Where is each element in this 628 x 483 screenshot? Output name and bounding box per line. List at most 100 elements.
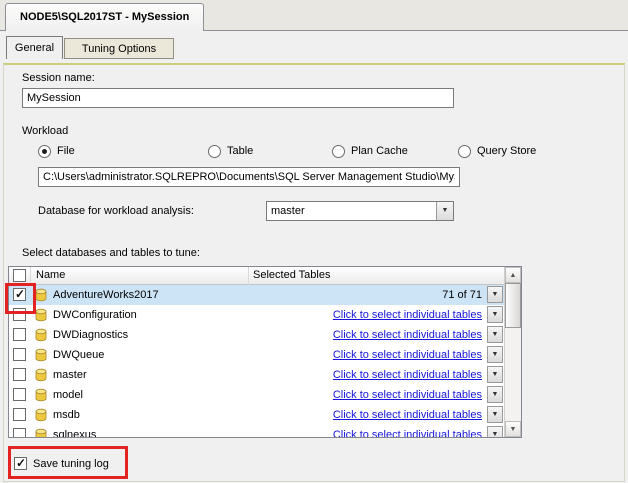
database-analysis-value: master <box>271 205 305 217</box>
database-icon <box>34 348 48 362</box>
database-checkbox[interactable] <box>13 408 26 421</box>
session-name-label: Session name: <box>22 72 95 84</box>
database-name: master <box>53 369 87 381</box>
radio-label: Table <box>227 145 254 157</box>
table-row[interactable]: msdb Click to select individual tables ▼ <box>9 405 504 425</box>
database-icon <box>34 328 48 342</box>
database-name-cell: DWQueue <box>31 345 249 365</box>
table-row[interactable]: DWConfiguration Click to select individu… <box>9 305 504 325</box>
database-checkbox[interactable] <box>13 388 26 401</box>
table-row[interactable]: AdventureWorks2017 71 of 71 ▼ <box>9 285 504 305</box>
selected-tables-cell: 71 of 71 <box>249 285 486 305</box>
tables-dropdown-cell: ▼ <box>486 285 504 305</box>
session-document-tab[interactable]: NODE5\SQL2017ST - MySession <box>5 3 205 31</box>
tables-dropdown-cell: ▼ <box>486 425 504 437</box>
tables-dropdown-button[interactable]: ▼ <box>487 326 503 343</box>
database-name-cell: DWConfiguration <box>31 305 249 325</box>
selected-tables-cell: Click to select individual tables <box>249 345 486 365</box>
select-all-checkbox[interactable] <box>13 269 26 282</box>
database-icon <box>34 428 48 437</box>
tables-dropdown-cell: ▼ <box>486 345 504 365</box>
database-table-header: Name Selected Tables <box>9 267 504 285</box>
database-name-cell: DWDiagnostics <box>31 325 249 345</box>
radio-icon[interactable] <box>332 144 345 158</box>
selected-tables-value[interactable]: Click to select individual tables <box>333 309 482 321</box>
database-checkbox[interactable] <box>13 428 26 437</box>
database-checkbox[interactable] <box>13 348 26 361</box>
tables-dropdown-button[interactable]: ▼ <box>487 406 503 423</box>
row-checkbox-cell <box>9 405 31 425</box>
tables-dropdown-button[interactable]: ▼ <box>487 366 503 383</box>
row-checkbox-cell <box>9 345 31 365</box>
table-row[interactable]: model Click to select individual tables … <box>9 385 504 405</box>
table-scrollbar[interactable]: ▲ ▼ <box>504 267 521 437</box>
session-name-input[interactable] <box>22 88 454 108</box>
radio-option-table[interactable]: Table <box>208 143 332 159</box>
database-checkbox[interactable] <box>13 308 26 321</box>
scroll-thumb[interactable] <box>505 283 521 328</box>
tab-strip: General Tuning Options <box>6 36 622 59</box>
tables-dropdown-cell: ▼ <box>486 405 504 425</box>
row-checkbox-cell <box>9 385 31 405</box>
database-analysis-label: Database for workload analysis: <box>38 205 194 217</box>
header-checkbox-cell <box>9 267 31 285</box>
workload-label: Workload <box>22 125 69 137</box>
selected-tables-value[interactable]: Click to select individual tables <box>333 429 482 437</box>
radio-label: Plan Cache <box>351 145 408 157</box>
radio-option-plan-cache[interactable]: Plan Cache <box>332 143 458 159</box>
tables-dropdown-button[interactable]: ▼ <box>487 426 503 437</box>
selected-tables-value[interactable]: Click to select individual tables <box>333 369 482 381</box>
tab-general[interactable]: General <box>6 36 63 59</box>
workload-file-input[interactable] <box>38 167 460 187</box>
database-icon <box>34 368 48 382</box>
database-name-cell: model <box>31 385 249 405</box>
selected-tables-cell: Click to select individual tables <box>249 365 486 385</box>
scroll-up-icon[interactable]: ▲ <box>505 267 521 283</box>
save-tuning-log-label: Save tuning log <box>33 458 109 470</box>
database-name-cell: msdb <box>31 405 249 425</box>
tab-tuning-options-label: Tuning Options <box>81 43 157 55</box>
database-name: msdb <box>53 409 80 421</box>
selected-tables-value[interactable]: Click to select individual tables <box>333 349 482 361</box>
selected-tables-cell: Click to select individual tables <box>249 305 486 325</box>
table-row[interactable]: master Click to select individual tables… <box>9 365 504 385</box>
table-row[interactable]: DWDiagnostics Click to select individual… <box>9 325 504 345</box>
tables-dropdown-button[interactable]: ▼ <box>487 286 503 303</box>
row-checkbox-cell <box>9 425 31 437</box>
selected-tables-value[interactable]: Click to select individual tables <box>333 409 482 421</box>
table-row[interactable]: sqlnexus Click to select individual tabl… <box>9 425 504 437</box>
database-icon <box>34 408 48 422</box>
radio-label: File <box>57 145 75 157</box>
save-tuning-log-checkbox[interactable] <box>14 456 27 470</box>
selected-tables-value[interactable]: Click to select individual tables <box>333 329 482 341</box>
tables-dropdown-button[interactable]: ▼ <box>487 346 503 363</box>
selected-tables-value[interactable]: 71 of 71 <box>442 289 482 301</box>
database-checkbox[interactable] <box>13 287 26 301</box>
document-tab-bar: NODE5\SQL2017ST - MySession <box>0 0 628 31</box>
table-row[interactable]: DWQueue Click to select individual table… <box>9 345 504 365</box>
radio-icon[interactable] <box>208 144 221 158</box>
database-name-cell: AdventureWorks2017 <box>31 285 249 305</box>
radio-label: Query Store <box>477 145 537 157</box>
radio-option-query-store[interactable]: Query Store <box>458 143 588 159</box>
tables-dropdown-button[interactable]: ▼ <box>487 306 503 323</box>
tab-tuning-options[interactable]: Tuning Options <box>64 38 174 59</box>
database-name: DWConfiguration <box>53 309 137 321</box>
database-checkbox[interactable] <box>13 368 26 381</box>
selected-tables-value[interactable]: Click to select individual tables <box>333 389 482 401</box>
radio-option-file[interactable]: File <box>38 143 208 159</box>
database-name: AdventureWorks2017 <box>53 289 159 301</box>
selected-tables-cell: Click to select individual tables <box>249 425 486 437</box>
database-analysis-combobox[interactable]: master ▼ <box>266 201 454 221</box>
radio-icon[interactable] <box>458 144 471 158</box>
tables-dropdown-cell: ▼ <box>486 325 504 345</box>
chevron-down-icon[interactable]: ▼ <box>436 202 453 220</box>
database-checkbox[interactable] <box>13 328 26 341</box>
column-header-selected-tables[interactable]: Selected Tables <box>249 267 504 285</box>
row-checkbox-cell <box>9 325 31 345</box>
radio-icon[interactable] <box>38 144 51 158</box>
tables-dropdown-button[interactable]: ▼ <box>487 386 503 403</box>
column-header-name[interactable]: Name <box>31 267 249 285</box>
scroll-down-icon[interactable]: ▼ <box>505 421 521 437</box>
workload-options: File Table Plan Cache Query Store <box>38 143 598 159</box>
